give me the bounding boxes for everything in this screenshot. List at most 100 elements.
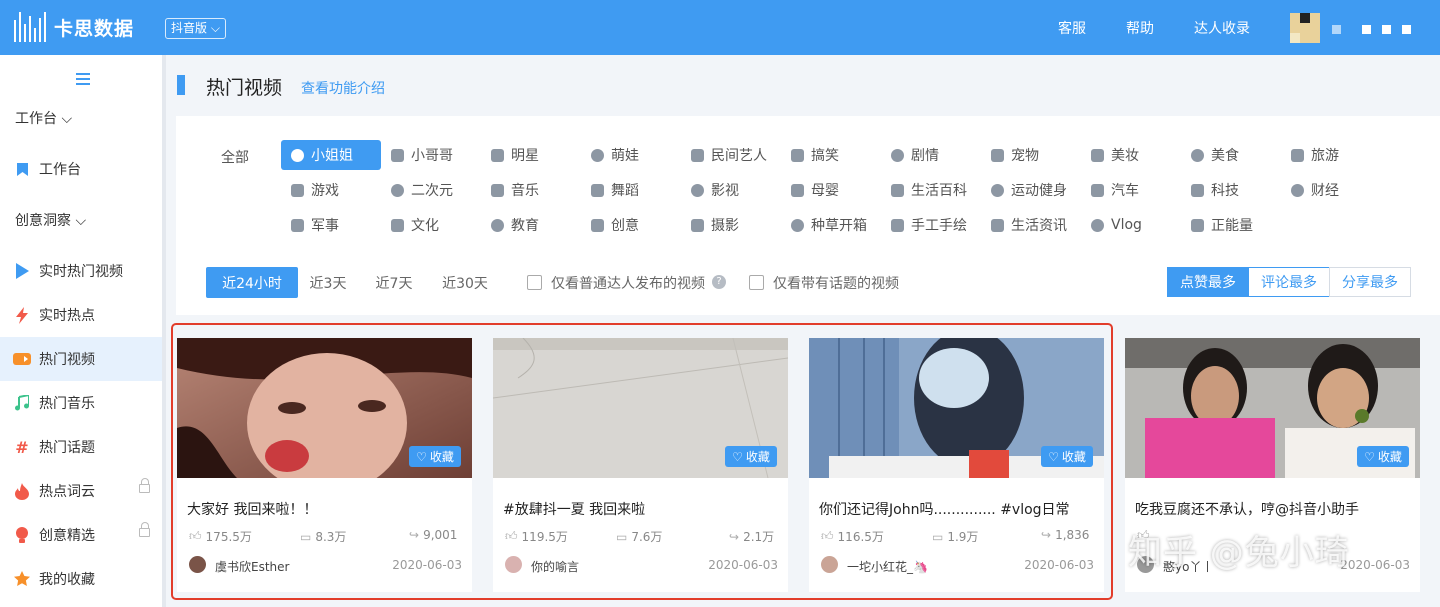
category-item[interactable]: 游戏 [281,175,381,205]
sidebar-item-hot-music[interactable]: 热门音乐 [0,381,162,425]
category-icon [391,183,404,197]
category-item[interactable]: 舞蹈 [581,175,681,205]
category-label: 影视 [711,183,739,199]
sidebar-item-creative-picks[interactable]: 创意精选 [0,513,162,557]
category-label: 教育 [511,218,539,234]
time-30d[interactable]: 近30天 [432,267,498,298]
category-item[interactable]: 教育 [481,210,581,240]
sidebar-item-hot-topics[interactable]: # 热门话题 [0,425,162,469]
nav-service[interactable]: 客服 [1058,18,1086,38]
checkbox-normal-creators[interactable] [527,275,542,290]
sort-most-likes[interactable]: 点赞最多 [1167,267,1249,297]
logo[interactable]: 卡思数据 [14,12,134,42]
category-item[interactable]: 明星 [481,140,581,170]
category-item[interactable]: 生活百科 [881,175,981,205]
category-icon [891,148,904,162]
category-icon [491,183,504,197]
category-item[interactable]: 搞笑 [781,140,881,170]
category-item[interactable]: 母婴 [781,175,881,205]
publish-date: 2020-06-03 [1340,558,1410,572]
sidebar-item-hot-videos[interactable]: 热门视频 [0,337,162,381]
section-workbench[interactable]: 工作台 ⌵ [15,108,72,128]
category-item[interactable]: 小哥哥 [381,140,481,170]
category-icon [391,218,404,232]
checkbox-normal-creators-label[interactable]: 仅看普通达人发布的视频 [551,273,705,293]
category-label: 财经 [1311,183,1339,199]
category-label: 萌娃 [611,148,639,164]
sidebar-scrollbar[interactable] [162,55,166,607]
category-item[interactable]: 小姐姐 [281,140,381,170]
checkbox-topic-videos[interactable] [749,275,764,290]
category-item[interactable]: 宠物 [981,140,1081,170]
menu-collapse-icon[interactable] [76,73,90,88]
category-item[interactable]: 文化 [381,210,481,240]
category-item[interactable]: 摄影 [681,210,781,240]
category-item[interactable]: 生活资讯 [981,210,1081,240]
sidebar-item-label: 我的收藏 [39,572,95,588]
category-label: 美妆 [1111,148,1139,164]
sidebar-item-word-cloud[interactable]: 热点词云 [0,469,162,513]
sidebar-item-realtime-videos[interactable]: 实时热门视频 [0,249,162,293]
section-creative-insight[interactable]: 创意洞察 ⌵ [15,210,86,230]
category-label: 搞笑 [811,148,839,164]
category-label: 游戏 [311,183,339,199]
category-item[interactable]: 剧情 [881,140,981,170]
sort-most-shares-label: 分享最多 [1342,275,1398,291]
category-item[interactable]: 民间艺人 [681,140,781,170]
category-item[interactable]: 运动健身 [981,175,1081,205]
category-item[interactable]: 影视 [681,175,781,205]
category-item[interactable]: 旅游 [1281,140,1381,170]
sidebar-item-workbench[interactable]: 工作台 [0,147,162,191]
category-label: 创意 [611,218,639,234]
video-title[interactable]: 吃我豆腐还不承认，哼@抖音小助手 [1135,499,1413,519]
category-item[interactable]: 科技 [1181,175,1281,205]
page-title: 热门视频 [206,77,283,99]
category-item[interactable]: 军事 [281,210,381,240]
sort-most-comments[interactable]: 评论最多 [1248,267,1330,297]
category-label: 文化 [411,218,439,234]
help-icon[interactable]: ? [712,275,726,289]
checkbox-topic-videos-label[interactable]: 仅看带有话题的视频 [773,273,899,293]
nav-collect[interactable]: 达人收录 [1194,18,1250,38]
highlight-box [171,323,1113,600]
top-bar: 卡思数据 抖音版 ⌵ 客服 帮助 达人收录 [0,0,1440,55]
category-icon [691,148,704,162]
category-item[interactable]: 创意 [581,210,681,240]
category-item[interactable]: 美食 [1181,140,1281,170]
category-item[interactable]: 二次元 [381,175,481,205]
edition-dropdown[interactable]: 抖音版 ⌵ [165,18,226,39]
category-label: 旅游 [1311,148,1339,164]
sidebar-item-realtime-hotspot[interactable]: 实时热点 [0,293,162,337]
category-item[interactable]: 音乐 [481,175,581,205]
play-icon [13,262,31,280]
nav-help[interactable]: 帮助 [1126,18,1154,38]
category-item[interactable]: 财经 [1281,175,1381,205]
time-3d[interactable]: 近3天 [300,267,356,298]
user-avatar[interactable] [1290,13,1320,43]
category-item[interactable]: 萌娃 [581,140,681,170]
favorite-button[interactable]: ♡ 收藏 [1357,446,1409,467]
category-item[interactable]: 美妆 [1081,140,1181,170]
time-7d[interactable]: 近7天 [366,267,422,298]
username-mask [1362,25,1371,34]
music-note-icon [13,394,31,412]
category-icon [991,148,1004,162]
video-thumbnail[interactable]: ♡ 收藏 [1125,338,1420,478]
category-item[interactable]: 种草开箱 [781,210,881,240]
time-24h[interactable]: 近24小时 [206,267,298,298]
brand-name: 卡思数据 [54,17,135,40]
intro-link[interactable]: 查看功能介绍 [301,78,385,98]
username-mask [1382,25,1391,34]
category-all[interactable]: 全部 [221,147,249,167]
category-icon [291,218,304,232]
category-item[interactable]: 正能量 [1181,210,1281,240]
category-item[interactable]: Vlog [1081,210,1181,240]
category-item[interactable]: 汽车 [1081,175,1181,205]
category-label: 种草开箱 [811,218,867,234]
category-label: 剧情 [911,148,939,164]
sort-most-shares[interactable]: 分享最多 [1329,267,1411,297]
watermark-text: 知乎 @兔小琦 [1128,533,1350,573]
sidebar-item-my-favorites[interactable]: 我的收藏 [0,557,162,601]
category-item[interactable]: 手工手绘 [881,210,981,240]
category-label: 军事 [311,218,339,234]
